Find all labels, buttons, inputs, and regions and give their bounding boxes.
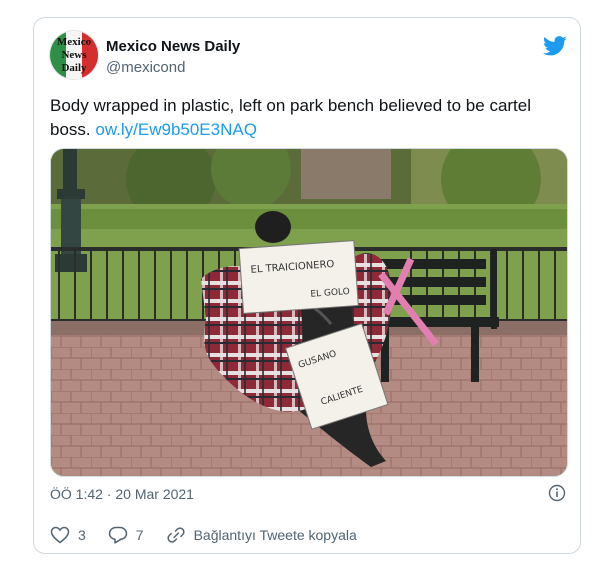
twitter-bird-icon[interactable] [543,36,567,61]
info-icon[interactable] [548,484,566,507]
tweet-actions: 3 7 Bağlantıyı Tweete kopyala [50,524,379,546]
reply-icon [108,526,128,544]
like-button[interactable]: 3 [50,526,86,544]
user-handle[interactable]: @mexicond [106,59,185,76]
avatar-logo-text-3: Daily [61,62,87,74]
tweet-timestamp[interactable]: ÖÖ 1:42 · 20 Mar 2021 [50,486,194,502]
tweet-text: Body wrapped in plastic, left on park be… [50,94,560,142]
copy-link-button[interactable]: Bağlantıyı Tweete kopyala [166,526,357,544]
link-icon [167,527,185,543]
avatar-logo-text-2: News [61,49,87,61]
display-name[interactable]: Mexico News Daily [106,38,240,55]
tweet-photo[interactable]: EL TRAICIONERO EL GOLO GUSANO CALIENTE [50,148,568,477]
copy-link-label: Bağlantıyı Tweete kopyala [193,527,357,543]
reply-button[interactable]: 7 [108,526,144,544]
tweet-card[interactable]: Mexico News Daily Mexico News Daily @mex… [33,17,581,554]
reply-count: 7 [135,527,144,543]
like-count: 3 [78,527,86,543]
heart-icon [50,526,70,544]
avatar[interactable]: Mexico News Daily [49,30,99,80]
tweet-link[interactable]: ow.ly/Ew9b50E3NAQ [95,120,257,139]
avatar-logo-text-1: Mexico [57,36,92,48]
photo-image: EL TRAICIONERO EL GOLO GUSANO CALIENTE [51,149,567,476]
